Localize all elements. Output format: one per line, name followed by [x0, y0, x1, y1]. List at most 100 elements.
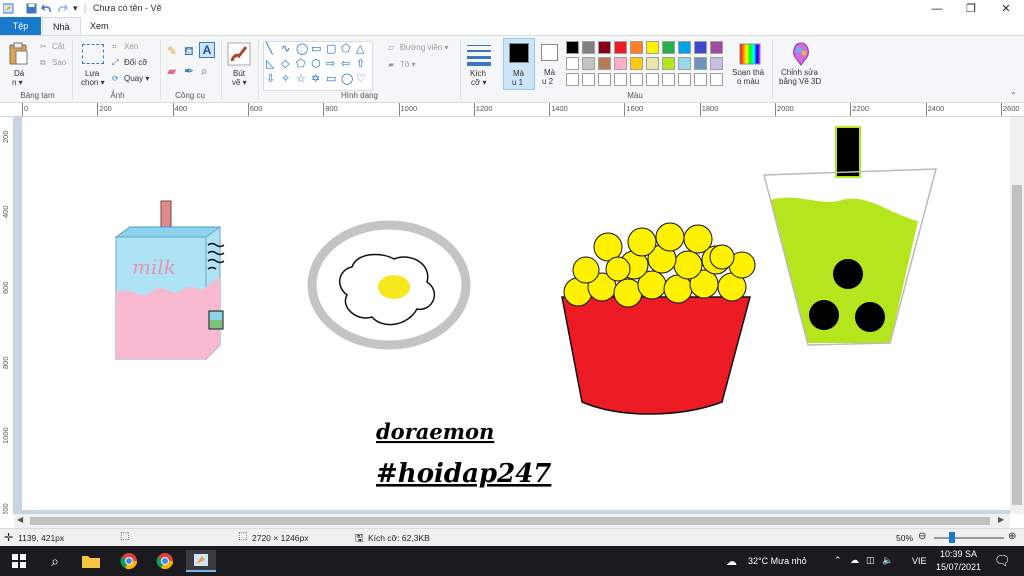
edit-colors-icon[interactable] [739, 43, 761, 65]
color-swatch[interactable] [710, 73, 723, 86]
resize-button[interactable]: Đổi cỡ [124, 58, 147, 67]
arrow-down-shape-icon[interactable]: ⇩ [266, 74, 275, 85]
tab-file[interactable]: Tệp [0, 17, 41, 35]
size-icon[interactable] [467, 43, 491, 66]
rectangle-shape-icon[interactable]: ▭ [311, 44, 321, 55]
clock-date[interactable]: 15/07/2021 [936, 562, 981, 572]
paint-taskbar-icon[interactable] [186, 550, 216, 572]
save-icon[interactable] [26, 3, 37, 14]
text-tool-icon[interactable]: A [199, 42, 215, 58]
color-swatch[interactable] [710, 57, 723, 70]
fill-dropdown[interactable]: Tô ▾ [400, 60, 416, 69]
qat-customize-icon[interactable]: ▾ [73, 3, 78, 14]
color-swatch[interactable] [582, 57, 595, 70]
crop-button[interactable]: Xén [124, 42, 138, 51]
clock-time[interactable]: 10:39 SA [940, 549, 977, 559]
copy-button[interactable]: Sao [52, 58, 66, 67]
color-swatch[interactable] [630, 41, 643, 54]
zoom-in-button[interactable]: ⊕ [1008, 531, 1016, 542]
select-label[interactable]: Lựa [85, 69, 99, 78]
rotate-button[interactable]: Quay ▾ [124, 74, 149, 83]
weather-icon[interactable]: ☁ [726, 555, 737, 568]
color-swatch[interactable] [614, 41, 627, 54]
color-swatch[interactable] [710, 41, 723, 54]
color-swatch[interactable] [662, 73, 675, 86]
star6-shape-icon[interactable]: ✡ [311, 74, 320, 85]
paint3d-icon[interactable] [790, 42, 812, 66]
hexagon-shape-icon[interactable]: ⬡ [311, 59, 321, 70]
file-explorer-icon[interactable] [76, 550, 106, 572]
color2-swatch[interactable] [541, 44, 558, 61]
color-swatch[interactable] [662, 57, 675, 70]
rounded-rect-shape-icon[interactable]: ▢ [326, 44, 336, 55]
zoom-slider[interactable] [934, 537, 1004, 539]
paint3d-label-sub[interactable]: bằng Vẽ 3D [779, 77, 821, 86]
size-dropdown[interactable]: cỡ ▾ [471, 78, 486, 87]
notification-icon[interactable]: 🗨 [994, 553, 1011, 569]
drawing-canvas[interactable]: milk doraemon #hoidap247 [22, 117, 1010, 510]
edit-colors-label-sub[interactable]: o màu [737, 77, 759, 86]
paste-dropdown[interactable]: n ▾ [12, 78, 23, 87]
zoom-slider-thumb[interactable] [949, 532, 955, 543]
color-swatch[interactable] [582, 73, 595, 86]
arrow-left-shape-icon[interactable]: ⇦ [341, 59, 350, 70]
horizontal-scrollbar[interactable]: ◀ ▶ [14, 514, 1010, 528]
collapse-ribbon-icon[interactable]: ⌃ [1010, 91, 1017, 100]
search-icon[interactable]: ⌕ [40, 550, 70, 572]
brushes-label[interactable]: Bút [233, 69, 245, 78]
select-dropdown[interactable]: chọn ▾ [81, 78, 105, 87]
edit-colors-label[interactable]: Soạn thả [732, 68, 764, 77]
color-picker-icon[interactable]: ✒ [184, 64, 194, 78]
color-palette[interactable] [566, 41, 728, 89]
color-swatch[interactable] [566, 41, 579, 54]
cut-button[interactable]: Cắt [52, 42, 64, 51]
star5-shape-icon[interactable]: ☆ [296, 74, 306, 85]
close-button[interactable]: ✕ [989, 0, 1023, 17]
color-swatch[interactable] [662, 41, 675, 54]
color-swatch[interactable] [598, 73, 611, 86]
shapes-gallery[interactable]: ╲ ∿ ◯ ▭ ▢ ⬠ △ ◺ ◇ ⬠ ⬡ ⇨ ⇦ ⇧ ⇩ ✧ ☆ ✡ ▭ ◯ … [263, 41, 373, 91]
color1-button[interactable]: Mà u 1 [503, 38, 535, 90]
color-swatch[interactable] [566, 57, 579, 70]
network-icon[interactable]: ☁ [850, 555, 859, 566]
color-swatch[interactable] [630, 73, 643, 86]
speaker-icon[interactable]: 🔈 [882, 555, 893, 566]
weather-text[interactable]: 32°C Mưa nhỏ [748, 556, 807, 566]
arrow-right-shape-icon[interactable]: ⇨ [326, 59, 335, 70]
outline-dropdown[interactable]: Đường viền ▾ [400, 43, 448, 52]
diamond-shape-icon[interactable]: ◇ [281, 59, 289, 70]
brushes-icon[interactable] [227, 42, 251, 66]
color-swatch[interactable] [614, 57, 627, 70]
tab-view[interactable]: Xem [80, 17, 119, 35]
vertical-scroll-thumb[interactable] [1012, 185, 1022, 505]
callout-oval-shape-icon[interactable]: ◯ [341, 74, 353, 85]
eraser-icon[interactable]: ▰ [167, 64, 176, 78]
redo-icon[interactable] [57, 3, 68, 14]
paste-icon[interactable] [9, 42, 29, 66]
select-icon[interactable] [82, 44, 104, 64]
star4-shape-icon[interactable]: ✧ [281, 74, 290, 85]
pentagon-shape-icon[interactable]: ⬠ [296, 59, 306, 70]
heart-shape-icon[interactable]: ♡ [356, 74, 366, 85]
line-shape-icon[interactable]: ╲ [266, 44, 273, 55]
size-label[interactable]: Kích [470, 69, 486, 78]
language-indicator[interactable]: VIE [912, 556, 927, 566]
color-swatch[interactable] [678, 73, 691, 86]
color-swatch[interactable] [694, 57, 707, 70]
magnifier-icon[interactable]: ⌕ [201, 64, 208, 79]
color2-label-sub[interactable]: u 2 [542, 77, 553, 86]
tray-expand-icon[interactable]: ⌃ [834, 555, 842, 566]
undo-icon[interactable] [41, 3, 52, 14]
color-swatch[interactable] [646, 57, 659, 70]
volume-icon[interactable]: ◫ [866, 555, 875, 566]
right-triangle-shape-icon[interactable]: ◺ [266, 59, 274, 70]
chrome-icon[interactable] [114, 550, 144, 572]
color-swatch[interactable] [678, 41, 691, 54]
scroll-right-icon[interactable]: ▶ [998, 515, 1004, 524]
scroll-left-icon[interactable]: ◀ [17, 515, 23, 524]
minimize-button[interactable]: — [920, 0, 954, 17]
color-swatch[interactable] [694, 73, 707, 86]
paint3d-label[interactable]: Chỉnh sửa [781, 68, 818, 77]
color-swatch[interactable] [694, 41, 707, 54]
color-swatch[interactable] [614, 73, 627, 86]
